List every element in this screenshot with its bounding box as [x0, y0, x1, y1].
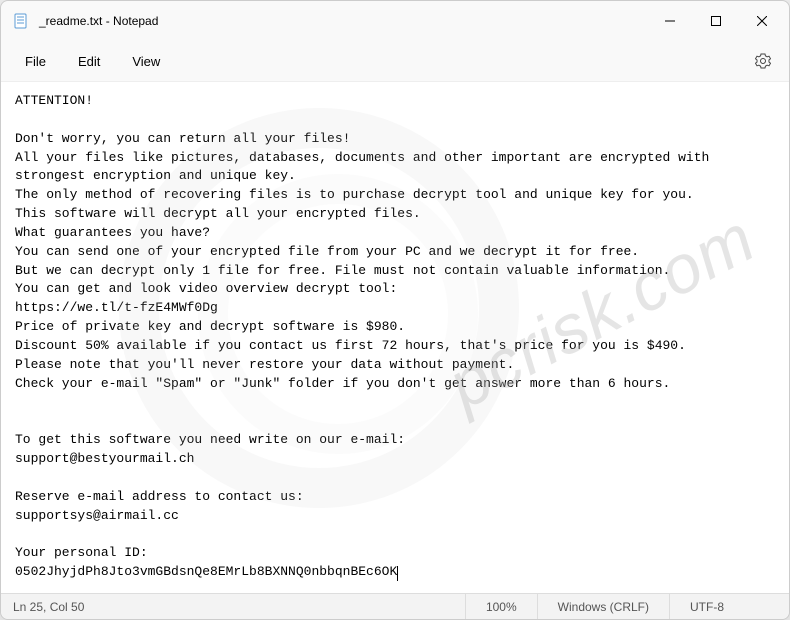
gear-icon [755, 53, 771, 69]
statusbar: Ln 25, Col 50 100% Windows (CRLF) UTF-8 [1, 593, 789, 619]
close-button[interactable] [739, 5, 785, 37]
menu-edit[interactable]: Edit [62, 46, 116, 77]
window-controls [647, 5, 785, 37]
status-cursor-position: Ln 25, Col 50 [1, 600, 465, 614]
notepad-window: _readme.txt - Notepad File Edit View ATT… [0, 0, 790, 620]
settings-button[interactable] [745, 43, 781, 79]
status-encoding[interactable]: UTF-8 [669, 594, 789, 619]
minimize-button[interactable] [647, 5, 693, 37]
menu-view[interactable]: View [116, 46, 176, 77]
document-text: ATTENTION! Don't worry, you can return a… [15, 93, 717, 579]
window-title: _readme.txt - Notepad [39, 14, 647, 28]
text-cursor [397, 566, 398, 581]
watermark-text: pcrisk.com [431, 190, 773, 434]
titlebar[interactable]: _readme.txt - Notepad [1, 1, 789, 41]
notepad-icon [13, 13, 29, 29]
menu-file[interactable]: File [9, 46, 62, 77]
status-line-ending[interactable]: Windows (CRLF) [537, 594, 669, 619]
status-zoom[interactable]: 100% [465, 594, 537, 619]
menubar: File Edit View [1, 41, 789, 81]
text-editor-area[interactable]: ATTENTION! Don't worry, you can return a… [1, 81, 789, 593]
maximize-button[interactable] [693, 5, 739, 37]
